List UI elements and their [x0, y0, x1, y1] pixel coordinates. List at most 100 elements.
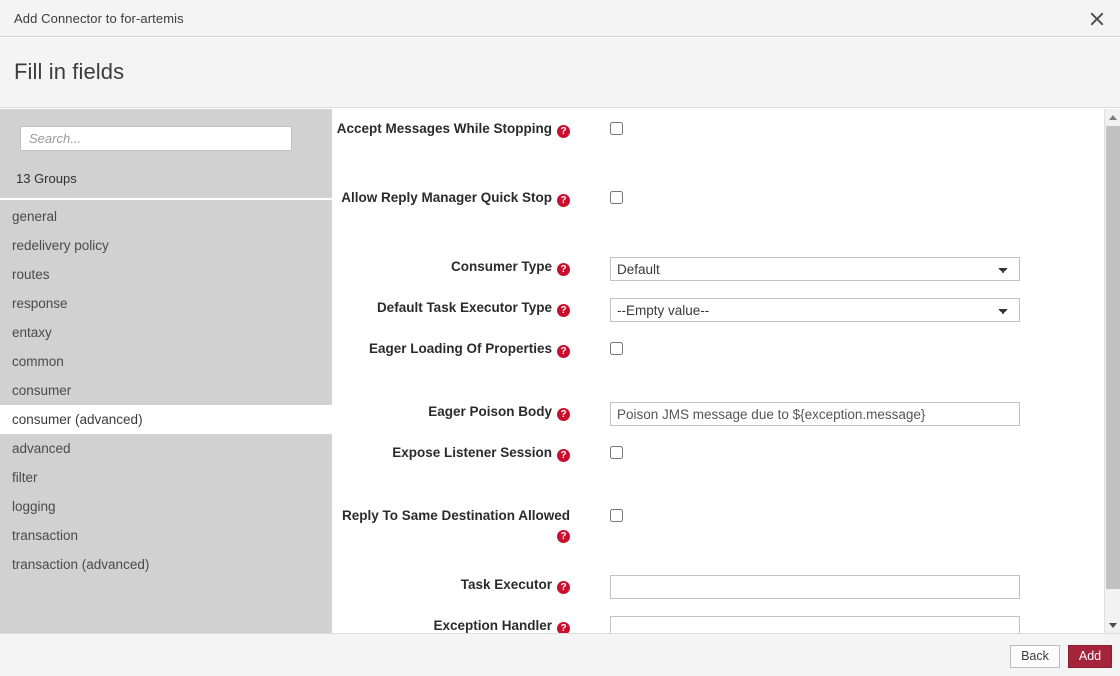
add-button[interactable]: Add — [1068, 645, 1112, 668]
field-label-exception-handler: Exception Handler? — [332, 612, 570, 633]
close-icon[interactable] — [1082, 4, 1112, 34]
sidebar-item-label: transaction — [12, 528, 78, 543]
field-label-reply-to-same-destination-allowed: Reply To Same Destination Allowed? — [332, 502, 570, 543]
sidebar-item-label: consumer — [12, 383, 71, 398]
sidebar-item-label: general — [12, 209, 57, 224]
help-icon[interactable]: ? — [557, 194, 570, 207]
form-row-expose-listener-session: Expose Listener Session? — [332, 439, 1104, 502]
sidebar-item-label: response — [12, 296, 68, 311]
field-label-default-task-executor-type: Default Task Executor Type? — [332, 294, 570, 317]
field-label-eager-loading-of-properties: Eager Loading Of Properties? — [332, 335, 570, 358]
allow-reply-manager-quick-stop-checkbox[interactable] — [610, 191, 623, 204]
add-connector-dialog: Add Connector to for-artemis Fill in fie… — [0, 0, 1120, 676]
sidebar-item-filter[interactable]: filter — [0, 463, 332, 492]
label-text: Consumer Type — [451, 259, 552, 274]
field-label-allow-reply-manager-quick-stop: Allow Reply Manager Quick Stop? — [332, 184, 570, 207]
field-control-reply-to-same-destination-allowed — [570, 502, 1104, 527]
form-scrollbar[interactable] — [1104, 109, 1120, 633]
form-row-eager-loading-of-properties: Eager Loading Of Properties? — [332, 335, 1104, 398]
accept-messages-while-stopping-checkbox[interactable] — [610, 122, 623, 135]
sidebar-item-transaction-advanced[interactable]: transaction (advanced) — [0, 550, 332, 579]
help-icon[interactable]: ? — [557, 449, 570, 462]
sidebar-item-entaxy[interactable]: entaxy — [0, 318, 332, 347]
groups-count-label: 13 Groups — [16, 171, 77, 186]
scrollbar-thumb[interactable] — [1106, 126, 1120, 589]
field-control-eager-loading-of-properties — [570, 335, 1104, 360]
default-task-executor-type-select[interactable]: --Empty value-- — [610, 298, 1020, 322]
triangle-up-icon[interactable] — [1105, 109, 1120, 125]
label-text: Exception Handler — [433, 618, 552, 633]
sidebar-item-label: filter — [12, 470, 38, 485]
form-row-reply-to-same-destination-allowed: Reply To Same Destination Allowed? — [332, 502, 1104, 571]
label-text: Task Executor — [461, 577, 552, 592]
help-icon[interactable]: ? — [557, 581, 570, 594]
help-icon[interactable]: ? — [557, 622, 570, 633]
search-input[interactable] — [20, 126, 292, 151]
dialog-body: 13 Groups general redelivery policy routes… — [0, 109, 1120, 633]
label-text: Allow Reply Manager Quick Stop — [341, 190, 552, 205]
reply-to-same-destination-allowed-checkbox[interactable] — [610, 509, 623, 522]
sidebar-item-label: entaxy — [12, 325, 52, 340]
form-row-default-task-executor-type: Default Task Executor Type? --Empty value… — [332, 294, 1104, 335]
help-icon[interactable]: ? — [557, 408, 570, 421]
label-text: Expose Listener Session — [392, 445, 552, 460]
field-control-task-executor — [570, 571, 1104, 599]
sidebar-item-response[interactable]: response — [0, 289, 332, 318]
field-control-exception-handler — [570, 612, 1104, 633]
help-icon[interactable]: ? — [557, 530, 570, 543]
field-control-expose-listener-session — [570, 439, 1104, 464]
sidebar-item-common[interactable]: common — [0, 347, 332, 376]
exception-handler-input[interactable] — [610, 616, 1020, 633]
help-icon[interactable]: ? — [557, 263, 570, 276]
fields-form-panel: Accept Messages While Stopping?Allow Rep… — [332, 109, 1104, 633]
form-row-task-executor: Task Executor? — [332, 571, 1104, 612]
field-control-accept-messages-while-stopping — [570, 115, 1104, 140]
label-text: Eager Poison Body — [428, 404, 552, 419]
sidebar-item-label: redelivery policy — [12, 238, 109, 253]
eager-loading-of-properties-checkbox[interactable] — [610, 342, 623, 355]
sidebar-item-label: routes — [12, 267, 50, 282]
sidebar-item-consumer[interactable]: consumer — [0, 376, 332, 405]
sidebar-item-general[interactable]: general — [0, 202, 332, 231]
label-text: Default Task Executor Type — [377, 300, 552, 315]
field-label-expose-listener-session: Expose Listener Session? — [332, 439, 570, 462]
consumer-type-select[interactable]: Default — [610, 257, 1020, 281]
dialog-heading-bar: Fill in fields — [0, 38, 1120, 108]
sidebar-item-transaction[interactable]: transaction — [0, 521, 332, 550]
sidebar-header: 13 Groups — [0, 109, 332, 200]
help-icon[interactable]: ? — [557, 125, 570, 138]
sidebar-item-consumer-advanced[interactable]: consumer (advanced) — [0, 405, 332, 434]
eager-poison-body-input[interactable] — [610, 402, 1020, 426]
help-icon[interactable]: ? — [557, 304, 570, 317]
field-control-eager-poison-body — [570, 398, 1104, 426]
sidebar-item-advanced[interactable]: advanced — [0, 434, 332, 463]
groups-list: general redelivery policy routes response en… — [0, 202, 332, 633]
label-text: Eager Loading Of Properties — [369, 341, 552, 356]
triangle-down-icon[interactable] — [1105, 617, 1120, 633]
task-executor-input[interactable] — [610, 575, 1020, 599]
expose-listener-session-checkbox[interactable] — [610, 446, 623, 459]
sidebar-item-label: consumer (advanced) — [12, 412, 143, 427]
field-control-allow-reply-manager-quick-stop — [570, 184, 1104, 209]
label-text: Reply To Same Destination Allowed — [342, 508, 570, 523]
sidebar-item-routes[interactable]: routes — [0, 260, 332, 289]
dialog-titlebar: Add Connector to for-artemis — [0, 0, 1120, 37]
sidebar-item-redelivery-policy[interactable]: redelivery policy — [0, 231, 332, 260]
dialog-title: Add Connector to for-artemis — [14, 11, 184, 26]
sidebar-item-label: common — [12, 354, 64, 369]
back-button[interactable]: Back — [1010, 645, 1060, 668]
form-row-eager-poison-body: Eager Poison Body? — [332, 398, 1104, 439]
field-label-eager-poison-body: Eager Poison Body? — [332, 398, 570, 421]
field-label-consumer-type: Consumer Type? — [332, 253, 570, 276]
help-icon[interactable]: ? — [557, 345, 570, 358]
field-control-default-task-executor-type: --Empty value-- — [570, 294, 1104, 322]
field-label-accept-messages-while-stopping: Accept Messages While Stopping? — [332, 115, 570, 138]
sidebar-item-label: transaction (advanced) — [12, 557, 149, 572]
sidebar-item-logging[interactable]: logging — [0, 492, 332, 521]
field-label-task-executor: Task Executor? — [332, 571, 570, 594]
sidebar-item-label: advanced — [12, 441, 71, 456]
dialog-footer: Back Add — [0, 633, 1120, 676]
label-text: Accept Messages While Stopping — [337, 121, 552, 136]
form-row-accept-messages-while-stopping: Accept Messages While Stopping? — [332, 115, 1104, 184]
form-row-exception-handler: Exception Handler? — [332, 612, 1104, 633]
